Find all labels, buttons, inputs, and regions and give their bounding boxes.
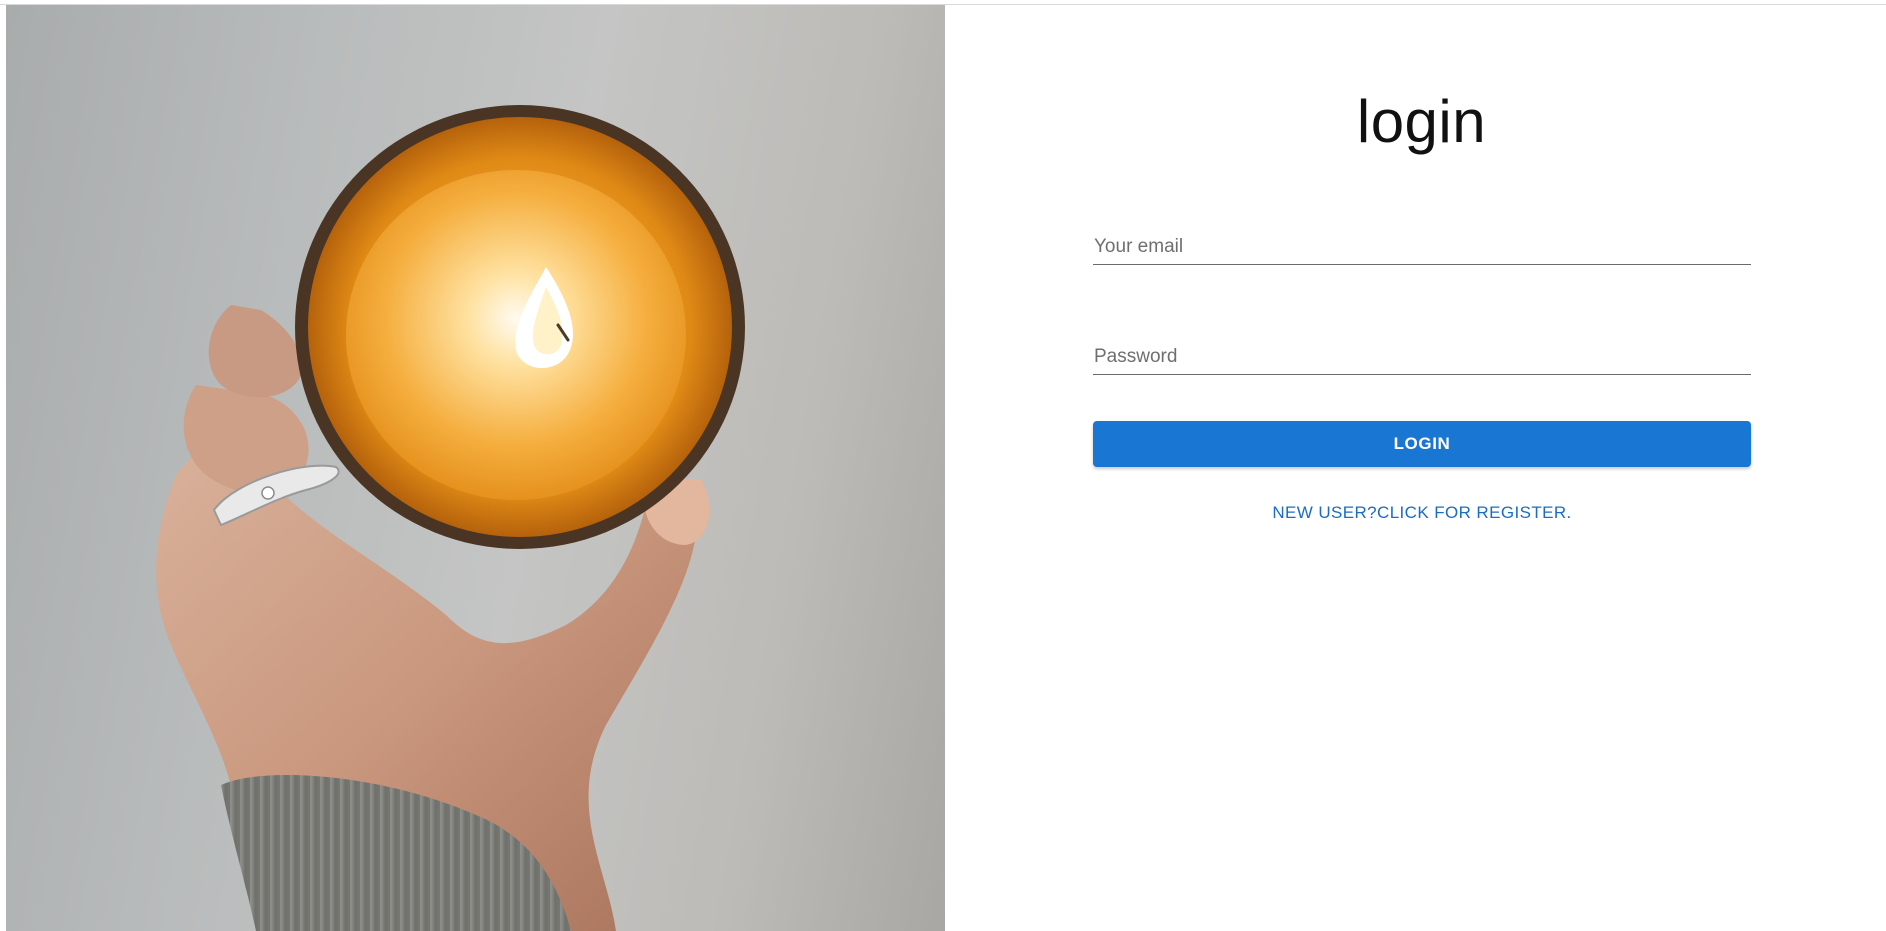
login-page: login LOGIN NEW USER?CLICK FOR REGISTER. (0, 0, 1886, 931)
login-button[interactable]: LOGIN (1093, 421, 1751, 467)
register-link[interactable]: NEW USER?CLICK FOR REGISTER. (1093, 503, 1751, 523)
candle-photo-illustration (156, 105, 745, 931)
hero-photo (6, 5, 945, 931)
password-input[interactable] (1093, 346, 1751, 368)
password-field-container (1093, 335, 1751, 375)
email-field-container (1093, 225, 1751, 265)
login-title: login (1356, 88, 1487, 155)
login-panel: login LOGIN NEW USER?CLICK FOR REGISTER. (945, 5, 1886, 931)
email-input[interactable] (1093, 236, 1751, 258)
